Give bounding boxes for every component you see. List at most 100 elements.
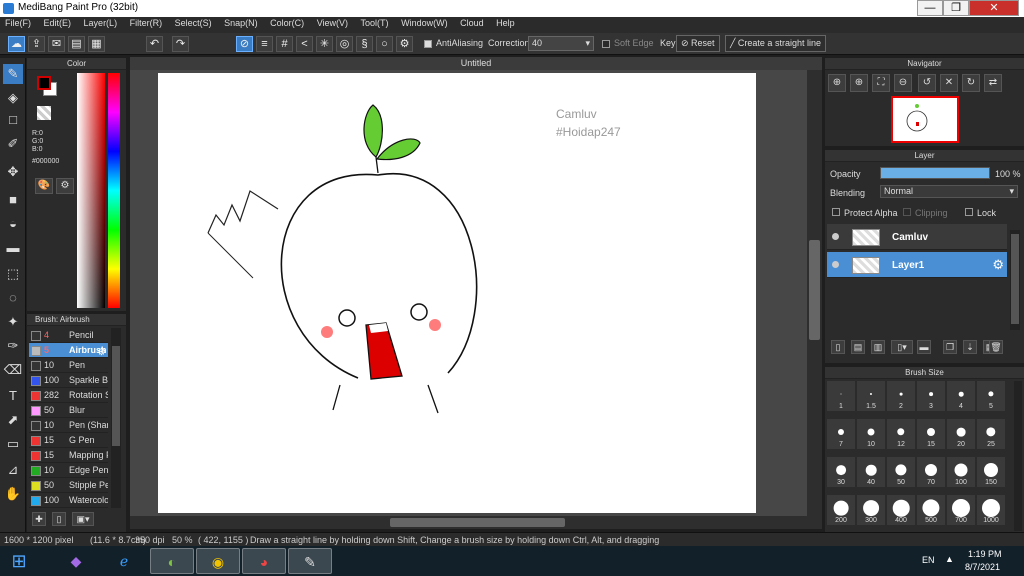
brush-row[interactable]: 50 Blur [29, 403, 108, 418]
protect-alpha-checkbox[interactable] [832, 208, 840, 216]
delete-layer-icon[interactable]: 🗑 [989, 340, 1003, 354]
brush-size-cell[interactable]: 500 [917, 495, 945, 525]
navigator-preview[interactable] [891, 96, 959, 143]
internet-explorer-icon[interactable]: ℯ [104, 548, 144, 574]
smudge-tool-icon[interactable]: ✐ [3, 134, 23, 154]
snap-off-icon[interactable]: ⊘ [236, 36, 253, 52]
brush-size-cell[interactable]: 70 [917, 457, 945, 487]
palette-icon[interactable]: 🎨 [35, 178, 53, 194]
maximize-button[interactable]: ❐ [943, 0, 969, 16]
correction-select[interactable]: 40 ▾ [528, 36, 594, 51]
brush-settings-gear-icon[interactable]: ⚙ [97, 347, 106, 358]
menu-help[interactable]: Help [491, 17, 520, 29]
brush-size-cell[interactable]: 200 [827, 495, 855, 525]
fill-rect-tool-icon[interactable]: ■ [3, 190, 23, 210]
add-brush-icon[interactable]: ✚ [32, 512, 46, 526]
select-tool-icon[interactable]: ⬚ [3, 264, 23, 284]
brush-size-cell[interactable]: 15 [917, 419, 945, 449]
menu-view[interactable]: View(V) [312, 17, 353, 29]
brush-size-cell[interactable]: 100 [947, 457, 975, 487]
minimize-button[interactable]: — [917, 0, 943, 16]
visibility-icon[interactable] [832, 233, 839, 240]
antialiasing-checkbox[interactable] [424, 40, 432, 48]
menu-snap[interactable]: Snap(N) [219, 17, 263, 29]
brush-size-cell[interactable]: 1000 [977, 495, 1005, 525]
eraser-tool-icon[interactable]: ◈ [3, 88, 23, 108]
brush-size-cell[interactable]: 5 [977, 381, 1005, 411]
menu-layer[interactable]: Layer(L) [79, 17, 123, 29]
new-brush-icon[interactable]: ▯ [52, 512, 66, 526]
tray-arrow-icon[interactable]: ▲ [945, 554, 954, 564]
rotate-left-icon[interactable]: ↺ [918, 74, 936, 92]
share-icon[interactable]: ⇪ [28, 36, 45, 52]
zoom-out-icon[interactable]: ⊖ [894, 74, 912, 92]
brush-row[interactable]: 15 Mapping P [29, 448, 108, 463]
divide-tool-icon[interactable]: ▭ [3, 434, 23, 454]
language-indicator[interactable]: EN [922, 555, 935, 565]
app-green-icon[interactable]: ◐ [150, 548, 194, 574]
brush-size-cell[interactable]: 150 [977, 457, 1005, 487]
canvas-vertical-scrollbar[interactable] [807, 70, 822, 516]
brush-size-cell[interactable]: 2 [887, 381, 915, 411]
snap-radial-icon[interactable]: ✳ [316, 36, 333, 52]
document-tab[interactable]: Untitled [130, 57, 822, 70]
select-eraser-tool-icon[interactable]: ⌫ [3, 360, 23, 380]
brush-size-cell[interactable]: 3 [917, 381, 945, 411]
brush-size-cell[interactable]: 1 [827, 381, 855, 411]
straight-line-button[interactable]: ╱ Create a straight line [725, 35, 826, 52]
cloud-icon[interactable]: ☁ [8, 36, 25, 52]
hand-tool-icon[interactable]: ✋ [3, 484, 23, 504]
brush-row[interactable]: 282 Rotation S [29, 388, 108, 403]
brush-size-cell[interactable]: 7 [827, 419, 855, 449]
undo-icon[interactable]: ↶ [146, 36, 163, 52]
zoom-in-alt-icon[interactable]: ⊕ [850, 74, 868, 92]
canvas-horizontal-scrollbar[interactable] [130, 516, 822, 529]
reset-view-icon[interactable]: ✕ [940, 74, 958, 92]
folder-icon[interactable]: ▬ [917, 340, 931, 354]
move-tool-icon[interactable]: ✥ [3, 162, 23, 182]
foreground-color-swatch[interactable] [37, 76, 51, 90]
brush-size-cell[interactable]: 300 [857, 495, 885, 525]
visibility-icon[interactable] [832, 261, 839, 268]
brush-size-cell[interactable]: 20 [947, 419, 975, 449]
clock-date[interactable]: 8/7/2021 [965, 562, 1000, 572]
layer-row-selected[interactable]: Layer1 ⚙ [827, 252, 1007, 278]
zoom-in-icon[interactable]: ⊕ [828, 74, 846, 92]
brush-tool-icon[interactable]: ✎ [3, 64, 23, 84]
hue-slider[interactable] [108, 73, 120, 308]
brush-row[interactable]: 10 Pen (Shar [29, 418, 108, 433]
brush-row[interactable]: 100 Sparkle Br [29, 373, 108, 388]
close-button[interactable]: ✕ [969, 0, 1019, 16]
menu-file[interactable]: File(F) [0, 17, 36, 29]
new-8bit-layer-icon[interactable]: ▥ [871, 340, 885, 354]
new-layer-icon[interactable]: ▯ [831, 340, 845, 354]
blending-select[interactable]: Normal ▾ [880, 185, 1018, 198]
medibang-icon[interactable]: ◕ [242, 548, 286, 574]
document-icon[interactable]: ▦ [88, 36, 105, 52]
brush-size-cell[interactable]: 10 [857, 419, 885, 449]
layer-scrollbar[interactable] [1010, 230, 1020, 330]
reset-button[interactable]: ⊘ Reset [676, 35, 720, 52]
flip-icon[interactable]: ⇄ [984, 74, 1002, 92]
start-button-icon[interactable]: ⊞ [2, 548, 36, 574]
snap-curve-icon[interactable]: § [356, 36, 373, 52]
clock-time[interactable]: 1:19 PM [968, 549, 1002, 559]
menu-select[interactable]: Select(S) [170, 17, 217, 29]
soft-edge-checkbox[interactable] [602, 40, 610, 48]
fit-icon[interactable]: ⛶ [872, 74, 890, 92]
brush-row[interactable]: 10 Edge Pen [29, 463, 108, 478]
layer-settings-gear-icon[interactable]: ⚙ [992, 257, 1004, 273]
snap-settings-icon[interactable]: ⚙ [396, 36, 413, 52]
brush-size-cell[interactable]: 700 [947, 495, 975, 525]
paint-icon[interactable]: ✎ [288, 548, 332, 574]
brush-list-scrollbar[interactable] [111, 328, 121, 508]
select-pen-tool-icon[interactable]: ✑ [3, 336, 23, 356]
menu-edit[interactable]: Edit(E) [39, 17, 77, 29]
chat-icon[interactable]: ✉ [48, 36, 65, 52]
new-halftone-layer-icon[interactable]: ▤ [851, 340, 865, 354]
lock-checkbox[interactable] [965, 208, 973, 216]
redo-icon[interactable]: ↷ [172, 36, 189, 52]
duplicate-layer-icon[interactable]: ❐ [943, 340, 957, 354]
folder-icon[interactable]: ▤ [68, 36, 85, 52]
brush-row[interactable]: 4 Pencil [29, 328, 108, 343]
